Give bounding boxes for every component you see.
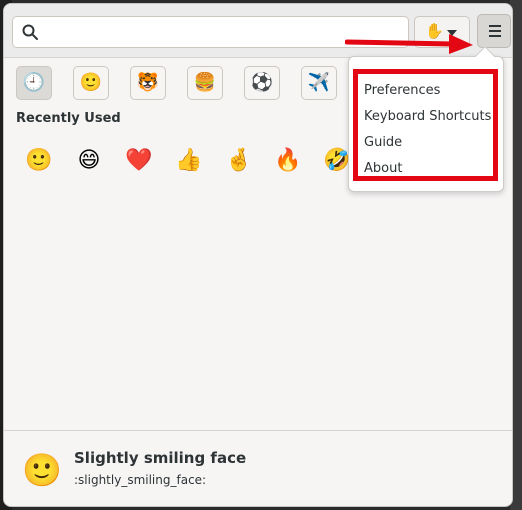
main-menu-button[interactable] bbox=[477, 14, 511, 48]
selected-emoji-shortcode: :slightly_smiling_face: bbox=[74, 473, 207, 487]
emoji-item[interactable]: 😄 bbox=[74, 146, 104, 176]
category-smileys[interactable]: 🙂 bbox=[73, 66, 109, 100]
emoji-item[interactable]: 🙂 bbox=[24, 146, 54, 176]
category-activities[interactable]: ⚽ bbox=[244, 66, 280, 100]
emoji-item[interactable]: 👍 bbox=[174, 146, 204, 176]
section-title: Recently Used bbox=[16, 111, 121, 126]
emoji-item[interactable]: ❤️ bbox=[124, 146, 154, 176]
emoji-item[interactable]: 🤞 bbox=[224, 146, 254, 176]
category-travel[interactable]: ✈️ bbox=[301, 66, 337, 100]
search-icon bbox=[22, 24, 38, 40]
annotation-highlight-box bbox=[353, 69, 498, 181]
selected-emoji-name: Slightly smiling face bbox=[74, 449, 247, 467]
emoji-item[interactable]: 🔥 bbox=[273, 146, 303, 176]
category-animals[interactable]: 🐯 bbox=[130, 66, 166, 100]
hamburger-icon bbox=[489, 25, 501, 27]
category-food[interactable]: 🍔 bbox=[187, 66, 223, 100]
selected-emoji-preview: 🙂 bbox=[22, 451, 62, 489]
category-recent[interactable]: 🕘 bbox=[16, 66, 52, 100]
annotation-arrow-icon bbox=[345, 34, 473, 54]
emoji-info-footer: 🙂 Slightly smiling face :slightly_smilin… bbox=[4, 430, 512, 506]
